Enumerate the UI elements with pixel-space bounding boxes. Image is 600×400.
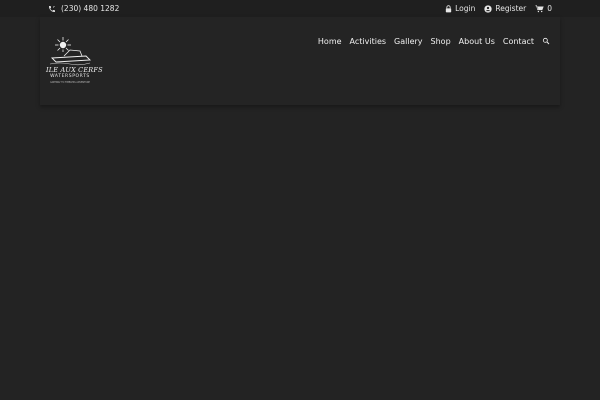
top-bar: (230) 480 1282 Login Register 0 xyxy=(0,0,600,17)
phone-icon xyxy=(48,5,56,13)
phone-contact[interactable]: (230) 480 1282 xyxy=(48,0,119,17)
register-label: Register xyxy=(495,4,527,13)
cart-count: 0 xyxy=(547,4,552,13)
nav-item-shop[interactable]: Shop xyxy=(431,37,451,46)
login-link[interactable]: Login xyxy=(445,0,475,17)
main-nav: Home Activities Gallery Shop About Us Co… xyxy=(318,35,550,47)
logo-tagline: GATEWAY TO TIMELESS ADVENTURE xyxy=(50,81,90,84)
search-button[interactable] xyxy=(542,37,550,45)
account-circle-icon xyxy=(484,4,492,13)
site-header: ILE AUX CERFS WATERSPORTS GATEWAY TO TIM… xyxy=(40,17,560,105)
search-icon xyxy=(542,37,550,45)
lock-icon xyxy=(445,4,452,13)
register-link[interactable]: Register xyxy=(484,0,526,17)
nav-item-home[interactable]: Home xyxy=(318,37,342,46)
logo-subtitle: WATERSPORTS xyxy=(50,74,90,79)
phone-number: (230) 480 1282 xyxy=(61,4,120,13)
cart-icon xyxy=(535,4,544,13)
cart-link[interactable]: 0 xyxy=(535,0,552,17)
login-label: Login xyxy=(455,4,476,13)
nav-item-about-us[interactable]: About Us xyxy=(459,37,495,46)
nav-item-contact[interactable]: Contact xyxy=(503,37,534,46)
logo-brand: ILE AUX CERFS xyxy=(46,66,103,74)
sun-boat-logo-graphic xyxy=(49,37,92,66)
site-logo[interactable]: ILE AUX CERFS WATERSPORTS GATEWAY TO TIM… xyxy=(46,36,103,88)
nav-item-activities[interactable]: Activities xyxy=(350,37,387,46)
nav-item-gallery[interactable]: Gallery xyxy=(394,37,423,46)
